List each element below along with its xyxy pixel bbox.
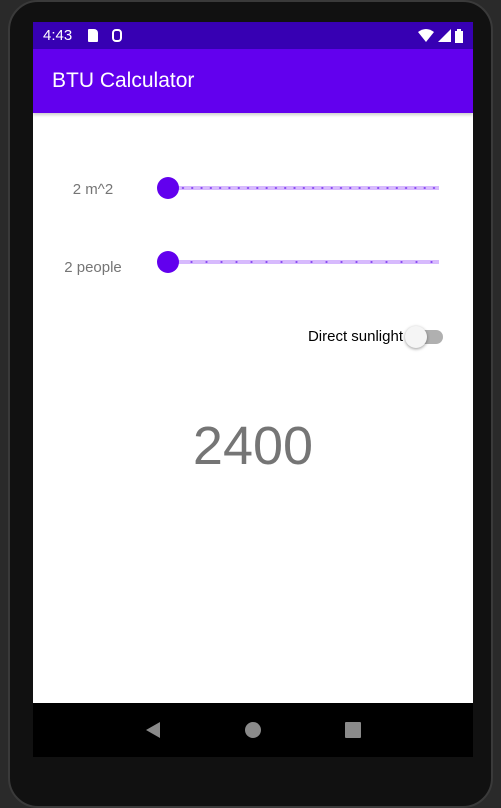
sunlight-switch[interactable] xyxy=(405,326,443,348)
notification-icon xyxy=(112,29,123,42)
navigation-bar xyxy=(33,703,473,757)
wifi-icon xyxy=(418,29,434,42)
status-time: 4:43 xyxy=(43,27,73,44)
sunlight-switch-row[interactable]: Direct sunlight xyxy=(307,326,443,348)
status-bar: 4:43 xyxy=(33,22,473,49)
home-icon[interactable] xyxy=(244,721,262,739)
people-slider[interactable] xyxy=(169,260,439,264)
back-icon[interactable] xyxy=(144,721,162,739)
people-label: 2 people xyxy=(64,259,122,276)
sd-card-icon xyxy=(88,29,99,42)
area-row: 2 m^2 xyxy=(33,173,473,203)
area-label: 2 m^2 xyxy=(72,181,114,198)
people-row: 2 people xyxy=(33,247,473,277)
recents-icon[interactable] xyxy=(344,721,362,739)
signal-icon xyxy=(438,29,451,42)
people-slider-thumb[interactable] xyxy=(157,251,179,273)
area-slider[interactable] xyxy=(169,186,439,190)
sunlight-label: Direct sunlight xyxy=(307,327,403,345)
btu-result: 2400 xyxy=(192,416,314,476)
app-title: BTU Calculator xyxy=(52,69,195,92)
area-slider-thumb[interactable] xyxy=(157,177,179,199)
battery-icon xyxy=(455,28,463,43)
app-bar: BTU Calculator xyxy=(33,49,473,113)
screen: 4:43 BTU Calculator 2 m^2 2 people Direc… xyxy=(33,22,473,757)
